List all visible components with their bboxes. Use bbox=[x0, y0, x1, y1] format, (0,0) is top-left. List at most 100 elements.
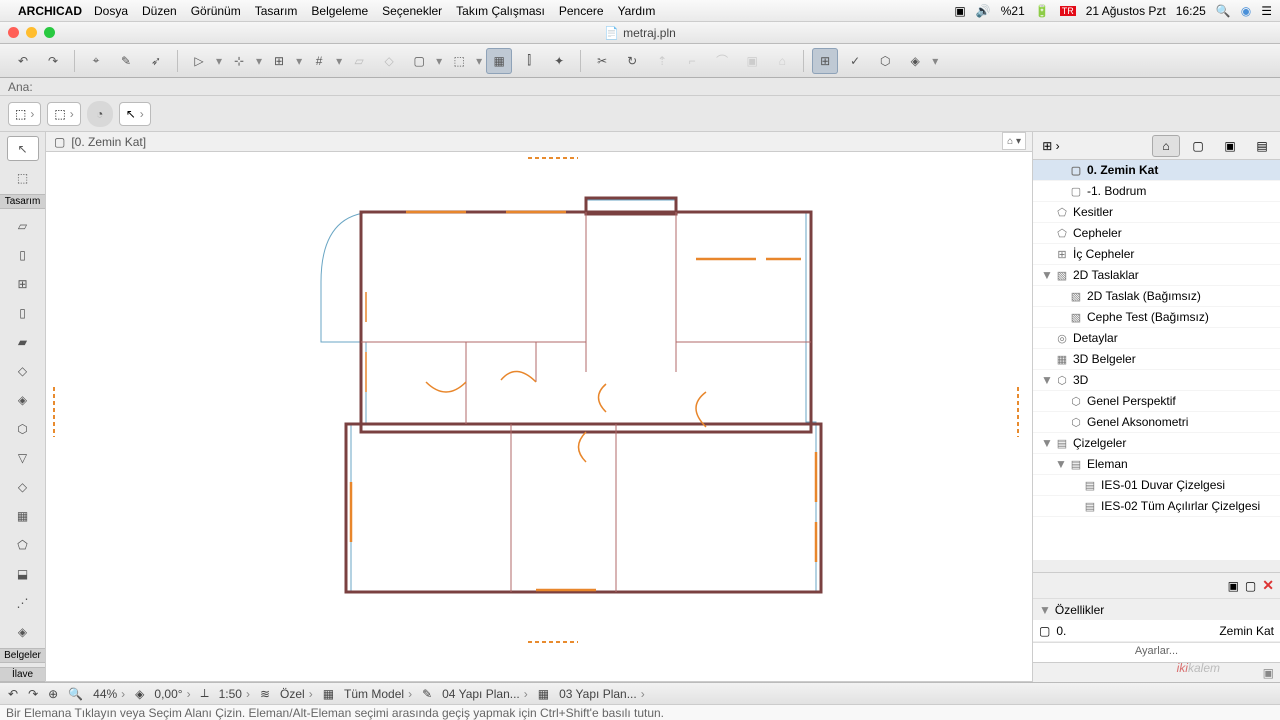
settings-button[interactable]: Ayarlar... bbox=[1033, 642, 1280, 662]
view-value[interactable]: 03 Yapı Plan... bbox=[559, 687, 637, 701]
design-group-label[interactable]: Tasarım bbox=[0, 194, 45, 209]
pick-button[interactable]: ⌖ bbox=[83, 48, 109, 74]
nav-popup-button[interactable]: ⊞ › bbox=[1037, 135, 1065, 157]
menu-secenekler[interactable]: Seçenekler bbox=[382, 4, 442, 18]
ruler-button[interactable]: ▱ bbox=[346, 48, 372, 74]
layers-icon[interactable]: ≋ bbox=[260, 687, 270, 701]
zone-tool[interactable]: ◇ bbox=[7, 474, 39, 499]
mesh-tool[interactable]: ▽ bbox=[7, 445, 39, 470]
dim-button[interactable]: ⫿ bbox=[516, 48, 542, 74]
tree-item[interactable]: ⬠Cepheler bbox=[1033, 223, 1280, 244]
doc-button[interactable]: ▢ bbox=[406, 48, 432, 74]
menu-takim[interactable]: Takım Çalışması bbox=[456, 4, 545, 18]
menu-pencere[interactable]: Pencere bbox=[559, 4, 604, 18]
slab-tool[interactable]: ◇ bbox=[7, 358, 39, 383]
tree-item[interactable]: ▧2D Taslak (Bağımsız) bbox=[1033, 286, 1280, 307]
menu-icon[interactable]: ☰ bbox=[1261, 4, 1272, 18]
link3-button[interactable]: ⬡ bbox=[872, 48, 898, 74]
doc2-button[interactable]: ⬚ bbox=[446, 48, 472, 74]
roof-tool[interactable]: ◈ bbox=[7, 387, 39, 412]
close-window-button[interactable] bbox=[8, 27, 19, 38]
tree-item[interactable]: ⬡Genel Aksonometri bbox=[1033, 412, 1280, 433]
syringe-button[interactable]: ➶ bbox=[143, 48, 169, 74]
zoom-prev-button[interactable]: ↶ bbox=[8, 687, 18, 701]
layer-combo-value[interactable]: 04 Yapı Plan... bbox=[442, 687, 520, 701]
trace-button[interactable]: ▦ bbox=[486, 48, 512, 74]
tree-item[interactable]: ▢0. Zemin Kat bbox=[1033, 160, 1280, 181]
volume-icon[interactable]: 🔊 bbox=[976, 4, 991, 18]
marquee-mode2-button[interactable]: ⬚ › bbox=[47, 102, 80, 126]
zoom-window-button[interactable] bbox=[44, 27, 55, 38]
edit1-button[interactable]: ✂ bbox=[589, 48, 615, 74]
snap-button[interactable]: ⊹ bbox=[226, 48, 252, 74]
flag-icon[interactable]: TR bbox=[1060, 6, 1076, 16]
model-icon[interactable]: ▦ bbox=[323, 687, 334, 701]
morph-tool[interactable]: ⬠ bbox=[7, 532, 39, 557]
beam-tool[interactable]: ▰ bbox=[7, 329, 39, 354]
scale-value[interactable]: 1:50 bbox=[219, 687, 242, 701]
more-group-label[interactable]: İlave bbox=[0, 667, 45, 682]
link4-button[interactable]: ◈ bbox=[902, 48, 928, 74]
menu-gorunum[interactable]: Görünüm bbox=[191, 4, 241, 18]
tree-item[interactable]: ▤IES-02 Tüm Açılırlar Çizelgesi bbox=[1033, 496, 1280, 517]
view-icon2[interactable]: ▦ bbox=[538, 687, 549, 701]
tree-item[interactable]: ▤IES-01 Duvar Çizelgesi bbox=[1033, 475, 1280, 496]
undo-button[interactable]: ↶ bbox=[10, 48, 36, 74]
navigator-tree[interactable]: ▢0. Zemin Kat▢-1. Bodrum⬠Kesitler⬠Cephel… bbox=[1033, 160, 1280, 560]
eyedropper-button[interactable]: ✎ bbox=[113, 48, 139, 74]
tree-scrollbar[interactable] bbox=[1033, 560, 1280, 572]
tree-item[interactable]: ▼▤Eleman bbox=[1033, 454, 1280, 475]
menu-duzen[interactable]: Düzen bbox=[142, 4, 177, 18]
nav-view-tab[interactable]: ▢ bbox=[1184, 135, 1212, 157]
tree-item[interactable]: ▼▧2D Taslaklar bbox=[1033, 265, 1280, 286]
zoom-next-button[interactable]: ↷ bbox=[28, 687, 38, 701]
nav-publisher-tab[interactable]: ▤ bbox=[1248, 135, 1276, 157]
arrow-tool[interactable]: ↖ bbox=[7, 136, 39, 161]
special-value[interactable]: Özel bbox=[280, 687, 305, 701]
link-button[interactable]: ⊞ bbox=[812, 48, 838, 74]
app-name[interactable]: ARCHICAD bbox=[18, 4, 82, 18]
edit7-button[interactable]: ⌂ bbox=[769, 48, 795, 74]
arrow-mode-button[interactable]: ↖ › bbox=[119, 102, 151, 126]
menu-dosya[interactable]: Dosya bbox=[94, 4, 128, 18]
spotlight-icon[interactable]: 🔍 bbox=[1216, 4, 1231, 18]
panel-opts-icon[interactable]: ▣ bbox=[1263, 666, 1274, 680]
battery-icon[interactable]: 🔋 bbox=[1035, 4, 1050, 18]
redo-button[interactable]: ↷ bbox=[40, 48, 66, 74]
edit2-button[interactable]: ↻ bbox=[619, 48, 645, 74]
drawing-canvas[interactable]: ▢ [0. Zemin Kat] ⌂ ▾ bbox=[46, 132, 1032, 682]
view-control[interactable]: ⌂ ▾ bbox=[1002, 132, 1026, 150]
window-tool[interactable]: ⊞ bbox=[7, 271, 39, 296]
siri-icon[interactable]: ◉ bbox=[1241, 4, 1251, 18]
tree-item[interactable]: ▼⬡3D bbox=[1033, 370, 1280, 391]
zoom-value[interactable]: 44% bbox=[93, 687, 117, 701]
column-tool[interactable]: ▯ bbox=[7, 300, 39, 325]
tree-item[interactable]: ⬡Genel Perspektif bbox=[1033, 391, 1280, 412]
docs-group-label[interactable]: Belgeler bbox=[0, 648, 45, 663]
menu-belgeleme[interactable]: Belgeleme bbox=[311, 4, 368, 18]
grid-button[interactable]: # bbox=[306, 48, 332, 74]
tab-title[interactable]: [0. Zemin Kat] bbox=[71, 135, 146, 149]
delete-view-button[interactable]: ✕ bbox=[1262, 577, 1274, 594]
nav-layout-tab[interactable]: ▣ bbox=[1216, 135, 1244, 157]
object-tool[interactable]: ⬓ bbox=[7, 561, 39, 586]
prop-disclosure-icon[interactable]: ▼ bbox=[1039, 603, 1051, 617]
edit4-button[interactable]: ⌐ bbox=[679, 48, 705, 74]
clone-view-icon[interactable]: ▢ bbox=[1245, 579, 1256, 593]
nav-project-tab[interactable]: ⌂ bbox=[1152, 135, 1180, 157]
snap2-button[interactable]: ⊞ bbox=[266, 48, 292, 74]
center-button[interactable]: ✦ bbox=[546, 48, 572, 74]
stair-tool[interactable]: ⋰ bbox=[7, 590, 39, 615]
tree-item[interactable]: ▼▤Çizelgeler bbox=[1033, 433, 1280, 454]
more-tool[interactable]: ◈ bbox=[7, 619, 39, 644]
scale-icon[interactable]: ⟂ bbox=[201, 686, 209, 701]
edit3-button[interactable]: ⇡ bbox=[649, 48, 675, 74]
door-tool[interactable]: ▯ bbox=[7, 242, 39, 267]
model-value[interactable]: Tüm Model bbox=[344, 687, 404, 701]
menu-tasarim[interactable]: Tasarım bbox=[255, 4, 298, 18]
guides-button[interactable]: ▷ bbox=[186, 48, 212, 74]
layer-button[interactable]: ◔ bbox=[87, 101, 113, 127]
link2-button[interactable]: ✓ bbox=[842, 48, 868, 74]
menu-yardim[interactable]: Yardım bbox=[618, 4, 656, 18]
tree-item[interactable]: ▦3D Belgeler bbox=[1033, 349, 1280, 370]
